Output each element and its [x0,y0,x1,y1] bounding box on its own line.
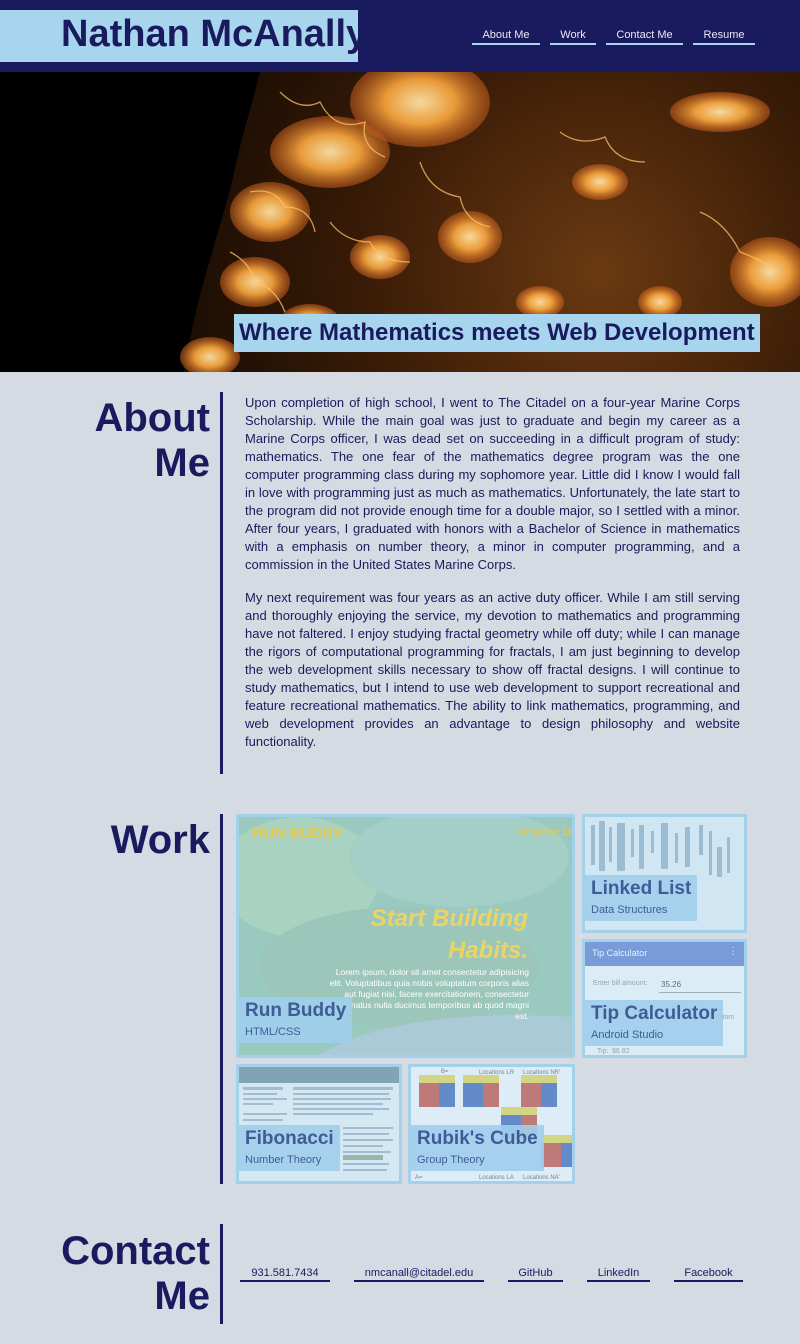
site-header: Nathan McAnally About Me Work Contact Me… [0,0,800,72]
project-subtitle: HTML/CSS [245,1026,301,1038]
run-buddy-preview-headline-2: Habits. [447,937,528,964]
about-divider [220,392,223,774]
hero-tagline-box: Where Mathematics meets Web Development [234,314,760,352]
run-buddy-preview-nav: What We Do [519,827,575,838]
contact-email-link[interactable]: nmcanall@citadel.edu [354,1266,484,1282]
project-title: Run Buddy [245,1000,347,1021]
project-title: Tip Calculator [591,1003,718,1024]
project-subtitle: Data Structures [591,904,668,916]
project-subtitle: Android Studio [591,1029,664,1041]
contact-title: Contact Me [30,1229,210,1319]
run-buddy-preview-headline-1: Start Building [370,905,528,932]
project-subtitle: Group Theory [417,1154,485,1166]
brand-logo[interactable]: Nathan McAnally [0,10,367,62]
contact-phone-link[interactable]: 931.581.7434 [240,1266,330,1282]
contact-divider [220,1224,223,1324]
about-paragraph-1: Upon completion of high school, I went t… [245,395,740,572]
hero-tagline: Where Mathematics meets Web Development [239,319,755,346]
hero-banner: Where Mathematics meets Web Development [0,72,800,372]
work-title: Work [110,818,210,862]
project-linked-list[interactable]: Linked List Data Structures [582,814,747,933]
project-run-buddy[interactable]: RUN BUDDY What We Do Start Building Habi… [236,814,575,1058]
project-fibonacci[interactable]: Fibonacci Number Theory [236,1064,402,1184]
contact-facebook-link[interactable]: Facebook [674,1266,743,1282]
project-caption: Linked List Data Structures [585,875,698,921]
project-caption: Tip Calculator Android Studio [585,1000,724,1046]
project-subtitle: Number Theory [245,1154,322,1166]
nav-work[interactable]: Work [550,28,596,45]
about-title-line1: About [94,396,210,440]
contact-title-line1: Contact [61,1229,210,1273]
contact-title-line2: Me [154,1274,210,1318]
nav-resume[interactable]: Resume [693,28,755,45]
project-tip-calculator[interactable]: Tip Calculator ⋮ Enter bill amount: 35.2… [582,939,747,1058]
project-title: Fibonacci [245,1128,334,1149]
work-divider [220,814,223,1184]
site-name[interactable]: Nathan McAnally [61,13,367,56]
project-caption: Run Buddy HTML/CSS [239,997,353,1043]
project-title: Linked List [591,878,692,899]
about-title: About Me [60,396,210,486]
project-rubiks-cube[interactable]: B= Locations LR Locations NR' Locations … [408,1064,575,1184]
nav-contact-me[interactable]: Contact Me [606,28,683,45]
about-title-line2: Me [154,441,210,485]
nav-about-me[interactable]: About Me [472,28,540,45]
project-caption: Rubik's Cube Group Theory [411,1125,544,1171]
contact-links: 931.581.7434 nmcanall@citadel.edu GitHub… [240,1266,743,1282]
contact-github-link[interactable]: GitHub [508,1266,563,1282]
run-buddy-preview-brand: RUN BUDDY [253,825,343,842]
main-nav: About Me Work Contact Me Resume [472,28,755,45]
about-paragraph-2: My next requirement was four years as an… [245,590,740,749]
project-title: Rubik's Cube [417,1128,538,1149]
project-caption: Fibonacci Number Theory [239,1125,340,1171]
contact-linkedin-link[interactable]: LinkedIn [587,1266,650,1282]
